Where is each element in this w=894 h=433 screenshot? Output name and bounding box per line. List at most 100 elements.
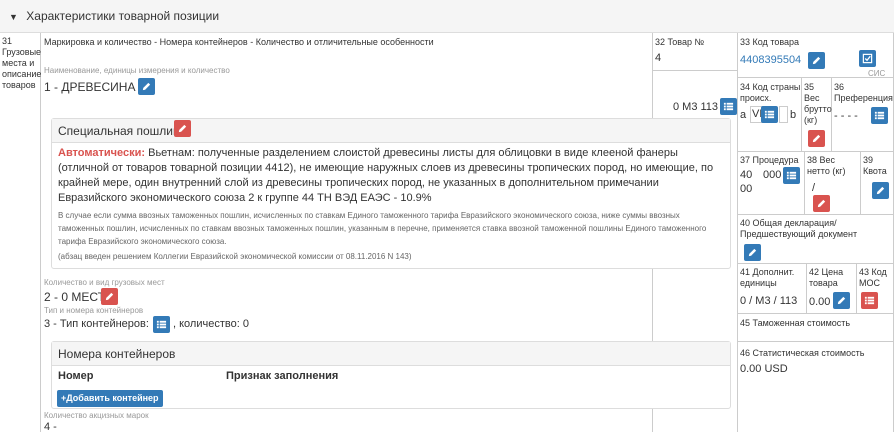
box37-v2: 00 (740, 183, 753, 195)
pencil-icon (812, 56, 821, 65)
edit-price-button[interactable] (833, 292, 850, 309)
packages-label: Количество и вид грузовых мест (44, 278, 165, 287)
containers-label: Тип и номера контейнеров (44, 306, 144, 315)
list-icon (156, 320, 167, 329)
box43-label: 43 Код МОС (859, 267, 887, 288)
section-header[interactable]: ▼ Характеристики товарной позиции (0, 0, 894, 33)
box34-b-input[interactable] (779, 106, 788, 123)
preference-list-button[interactable] (871, 107, 888, 124)
box34-b: b (790, 109, 797, 121)
pencil-icon (812, 134, 821, 143)
pencil-icon (837, 296, 846, 305)
pencil-icon (142, 82, 151, 91)
box35-label: 35 Вес брутто (кг) (804, 82, 832, 125)
add-container-button[interactable]: +Добавить контейнер (57, 390, 163, 407)
list-icon (864, 296, 875, 305)
edit-packages-button[interactable] (101, 288, 118, 305)
box46-label: 46 Статистическая стоимость (740, 348, 865, 358)
special-duty-header: Специальная пошлина (52, 119, 730, 143)
grid-line (737, 33, 738, 432)
box40-label: 40 Общая декларация/ Предшествующий доку… (740, 218, 858, 239)
grid-line (737, 313, 893, 314)
section-title: Характеристики товарной позиции (26, 9, 220, 23)
box45-label: 45 Таможенная стоимость (740, 318, 851, 328)
box34-label: 34 Код страны происх. (740, 82, 801, 103)
col-number-header: Номер (58, 370, 94, 382)
pencil-icon (178, 124, 187, 133)
edit-duty-button[interactable] (174, 120, 191, 137)
list-icon (764, 110, 775, 119)
box36-value: - - - - (834, 110, 858, 122)
mos-list-button[interactable] (861, 292, 878, 309)
box37-label: 37 Процедура (740, 155, 799, 165)
collapse-triangle-icon[interactable]: ▼ (9, 12, 18, 22)
box42-value: 0.00 (809, 296, 831, 308)
grid-line (806, 263, 807, 313)
col-fill-header: Признак заполнения (226, 370, 339, 382)
list-icon (786, 171, 797, 180)
box33-label: 33 Код товара (740, 37, 800, 47)
grid-line (40, 33, 41, 432)
grid-line (804, 151, 805, 214)
containers-count-text: , количество: 0 (173, 318, 249, 330)
pencil-icon (105, 292, 114, 301)
edit-net-weight-button[interactable] (813, 195, 830, 212)
box38-value: / (812, 182, 816, 194)
duty-text: Вьетнам: полученные разделением слоистой… (58, 147, 714, 204)
country-a-list-button[interactable] (761, 106, 778, 123)
box41-value: 0 / М3 / 113 (740, 295, 798, 307)
grid-line (737, 263, 893, 264)
box31-label: 31 Грузовые места и описание товаров (2, 36, 42, 90)
duty-source: (абзац введен решением Коллегии Евразийс… (58, 252, 412, 261)
special-duty-panel: Специальная пошлина Автоматически: Вьетн… (51, 118, 731, 269)
cis-checkbox-button[interactable] (859, 50, 876, 67)
add-container-label: Добавить контейнер (66, 393, 159, 403)
grid-line (856, 263, 857, 313)
pencil-icon (748, 248, 757, 257)
box34-a: a (740, 109, 747, 121)
list-icon (723, 102, 734, 111)
container-numbers-panel: Номера контейнеров Номер Признак заполне… (51, 341, 731, 409)
procedure-list-button[interactable] (783, 167, 800, 184)
edit-code-button[interactable] (808, 52, 825, 69)
grid-line (737, 341, 893, 342)
container-type-list-button[interactable] (153, 316, 170, 333)
box39-label: 39 Квота (863, 155, 887, 176)
box33-value[interactable]: 4408395504 (740, 54, 801, 66)
box31-title: Маркировка и количество - Номера контейн… (44, 37, 434, 47)
grid-line (831, 77, 832, 151)
grid-line (860, 151, 861, 214)
pencil-icon (876, 186, 885, 195)
box42-label: 42 Цена товара (809, 267, 844, 288)
excise-label: Количество акцизных марок (44, 411, 149, 420)
box37-v1: 40 (740, 169, 753, 181)
edit-goods-button[interactable] (138, 78, 155, 95)
box36-label: 36 Преференция (834, 82, 893, 103)
goods-name-value: 1 - ДРЕВЕСИНА (44, 80, 136, 94)
box46-value: 0.00 USD (740, 363, 788, 375)
duty-note: В случае если сумма ввозных таможенных п… (58, 211, 707, 246)
grid-line (737, 214, 893, 215)
box32-label: 32 Товар № (655, 37, 705, 47)
container-numbers-header: Номера контейнеров (52, 342, 730, 366)
goods-qty-text: 0 М3 113 (673, 101, 719, 113)
excise-value: 4 - (44, 421, 57, 433)
goods-name-label: Наименование, единицы измерения и количе… (44, 66, 230, 75)
duty-auto-label: Автоматически: (58, 147, 146, 159)
packages-value: 2 - 0 МЕСТ (44, 290, 105, 304)
box41-label: 41 Дополнит. единицы (740, 267, 795, 288)
edit-quota-button[interactable] (872, 182, 889, 199)
containers-type-text: 3 - Тип контейнеров: (44, 318, 149, 330)
goods-qty-list-button[interactable] (720, 98, 737, 115)
box37-v3: 000 (763, 169, 782, 181)
box32-value: 4 (655, 52, 662, 64)
list-icon (874, 111, 885, 120)
edit-gross-weight-button[interactable] (808, 130, 825, 147)
box38-label: 38 Вес нетто (кг) (807, 155, 846, 176)
container-numbers-title: Номера контейнеров (58, 347, 176, 361)
pencil-icon (817, 199, 826, 208)
cis-label: СИС (868, 69, 886, 78)
grid-line (652, 70, 737, 71)
special-duty-title: Специальная пошлина (58, 124, 187, 138)
edit-prev-doc-button[interactable] (744, 244, 761, 261)
